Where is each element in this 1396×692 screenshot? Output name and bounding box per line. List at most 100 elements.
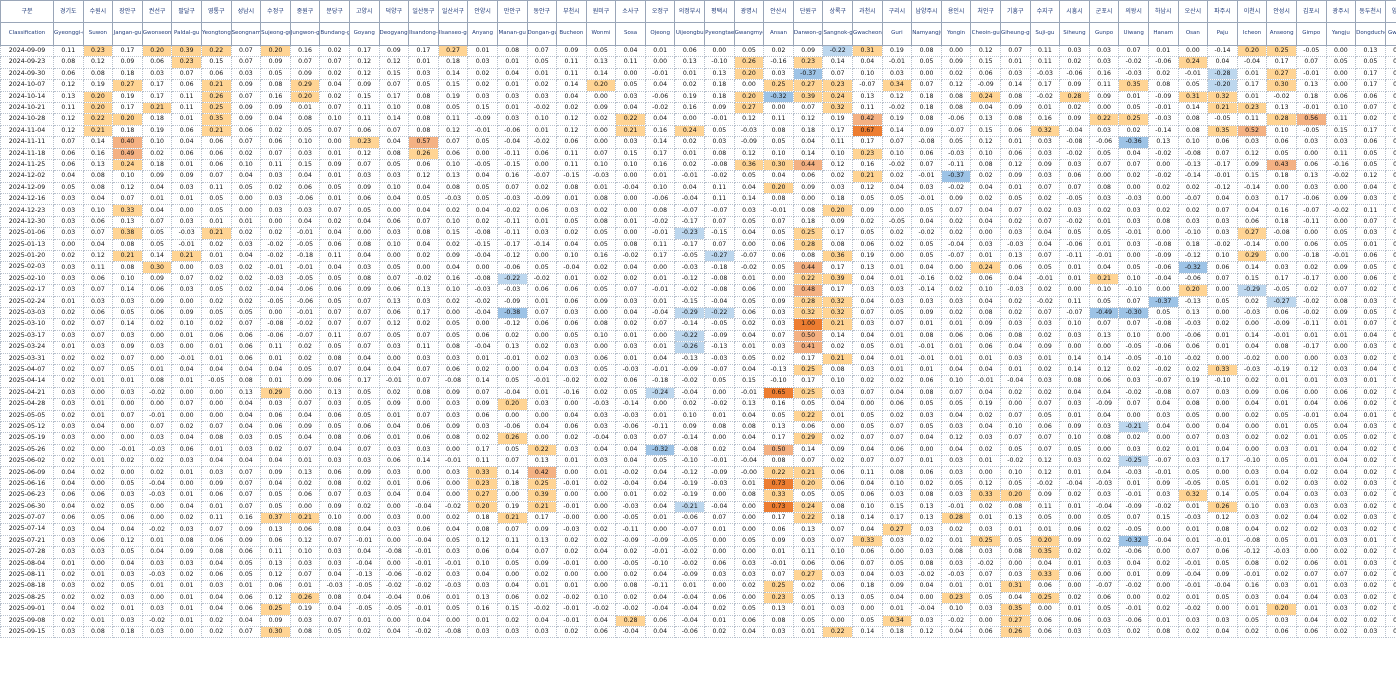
- table-cell: -0.04: [467, 250, 498, 263]
- table-cell: 0.03: [467, 56, 498, 69]
- table-cell: 0.01: [1177, 500, 1209, 514]
- table-cell: 0.14: [792, 443, 824, 457]
- table-cell: 0.12: [112, 181, 143, 195]
- table-cell: -0.21: [1118, 420, 1149, 434]
- table-cell: 0.26: [496, 432, 528, 445]
- table-cell: 0.00: [556, 568, 587, 582]
- table-cell: 0.32: [822, 101, 854, 115]
- table-cell: -0.02: [260, 250, 291, 263]
- table-cell: 0.08: [940, 546, 972, 559]
- table-cell: -0.14: [1236, 181, 1268, 195]
- table-cell: 0.03: [792, 534, 824, 548]
- table-cell: 0.16: [82, 147, 114, 160]
- table-cell: 0.02: [1177, 181, 1209, 195]
- table-cell: -0.03: [615, 363, 646, 377]
- table-cell: 0.02: [319, 215, 350, 229]
- table-cell: 0.01: [378, 409, 410, 422]
- table-cell: 0.10: [644, 181, 676, 195]
- table-cell: -0.04: [408, 534, 439, 548]
- table-cell: 0.16: [644, 158, 676, 172]
- table-cell: 0.01: [200, 443, 232, 457]
- table-cell: 0.06: [1000, 147, 1031, 160]
- table-cell: 0.15: [437, 227, 469, 240]
- column-header-kr: 처인구: [970, 0, 1001, 23]
- table-cell: 0.08: [763, 455, 794, 468]
- table-cell: 0.06: [289, 489, 321, 502]
- table-cell: 0.07: [1118, 44, 1149, 58]
- table-cell: 0.35: [1207, 124, 1238, 138]
- table-cell: 0.10: [585, 158, 617, 172]
- table-cell: 0.01: [171, 113, 202, 126]
- table-cell: -0.11: [1295, 215, 1327, 229]
- table-cell: 0.05: [1266, 534, 1297, 548]
- table-cell: 0.00: [1207, 352, 1238, 365]
- table-cell: -0.03: [704, 477, 735, 491]
- table-cell: 0.22: [1088, 113, 1120, 126]
- table-cell: 0.02: [822, 341, 854, 354]
- table-cell: -0.03: [1236, 306, 1268, 320]
- table-cell: 0.05: [881, 193, 913, 206]
- table-cell: 0.15: [1325, 124, 1357, 138]
- table-cell: 0.09: [319, 500, 350, 514]
- table-cell: 0.15: [467, 101, 498, 115]
- table-cell: 0.09: [437, 420, 469, 434]
- row-date: 2025-05-05: [0, 409, 54, 422]
- table-cell: 0.02: [1325, 625, 1357, 639]
- table-cell: 0.07: [1177, 386, 1209, 400]
- table-cell: 0.01: [1059, 466, 1090, 479]
- table-cell: 0.04: [496, 580, 528, 593]
- table-cell: 0.00: [852, 398, 883, 411]
- table-cell: 0.04: [1355, 329, 1386, 343]
- table-cell: 0.05: [940, 477, 972, 491]
- table-cell: 0.01: [1029, 352, 1061, 365]
- table-cell: -0.01: [112, 443, 143, 457]
- table-cell: 0.13: [1384, 90, 1396, 103]
- table-cell: -0.04: [674, 591, 706, 605]
- table-cell: 0.04: [644, 352, 676, 365]
- table-cell: 0.02: [1236, 409, 1268, 422]
- table-cell: 0.06: [467, 329, 498, 343]
- table-cell: -0.11: [496, 147, 528, 160]
- table-cell: -0.02: [1295, 295, 1327, 309]
- table-cell: 0.00: [1295, 147, 1327, 160]
- table-cell: 0.07: [526, 546, 558, 559]
- table-cell: 0.13: [289, 466, 321, 479]
- table-cell: 0.14: [1088, 352, 1120, 365]
- table-cell: 0.01: [82, 614, 114, 627]
- table-cell: 0.01: [881, 352, 913, 365]
- table-cell: 0.12: [53, 113, 84, 126]
- table-cell: 0.06: [260, 580, 291, 593]
- table-cell: 0.07: [1355, 318, 1386, 331]
- column-header-en: Manan-gu: [496, 22, 528, 46]
- table-cell: 0.04: [911, 215, 942, 229]
- column-header-en: Uijeongbu: [674, 22, 706, 46]
- table-cell: 0.13: [1000, 511, 1031, 525]
- table-cell: 0.06: [82, 534, 114, 548]
- table-cell: 0.04: [763, 170, 794, 183]
- table-cell: 0.02: [260, 443, 291, 457]
- table-cell: 0.03: [260, 170, 291, 183]
- table-cell: 0.00: [970, 466, 1001, 479]
- row-date: 2025-02-17: [0, 284, 54, 297]
- table-cell: -0.38: [496, 306, 528, 320]
- table-cell: -0.09: [674, 568, 706, 582]
- table-cell: -0.21: [674, 500, 706, 514]
- table-cell: 0.12: [1207, 511, 1238, 525]
- table-cell: 0.10: [82, 204, 114, 217]
- table-cell: 0.13: [970, 113, 1001, 126]
- table-cell: 0.06: [230, 124, 262, 138]
- table-cell: 0.01: [1295, 432, 1327, 445]
- table-row: 2024-11-18 0.06 0.16 0.49 0.02 0.06 0.06 0.02 0.…: [0, 147, 1396, 160]
- table-cell: 0.02: [1059, 56, 1090, 69]
- table-cell: 0.04: [615, 261, 646, 274]
- table-cell: -0.01: [556, 614, 587, 627]
- table-cell: 0.05: [585, 238, 617, 252]
- column-header-classification-en: Classification: [0, 22, 54, 46]
- table-cell: -0.03: [940, 147, 972, 160]
- table-cell: 0.02: [1355, 603, 1386, 616]
- table-cell: 0.03: [112, 489, 143, 502]
- table-cell: 0.00: [556, 489, 587, 502]
- table-cell: 0.09: [289, 67, 321, 81]
- table-cell: 0.07: [644, 432, 676, 445]
- table-cell: 0.07: [260, 147, 291, 160]
